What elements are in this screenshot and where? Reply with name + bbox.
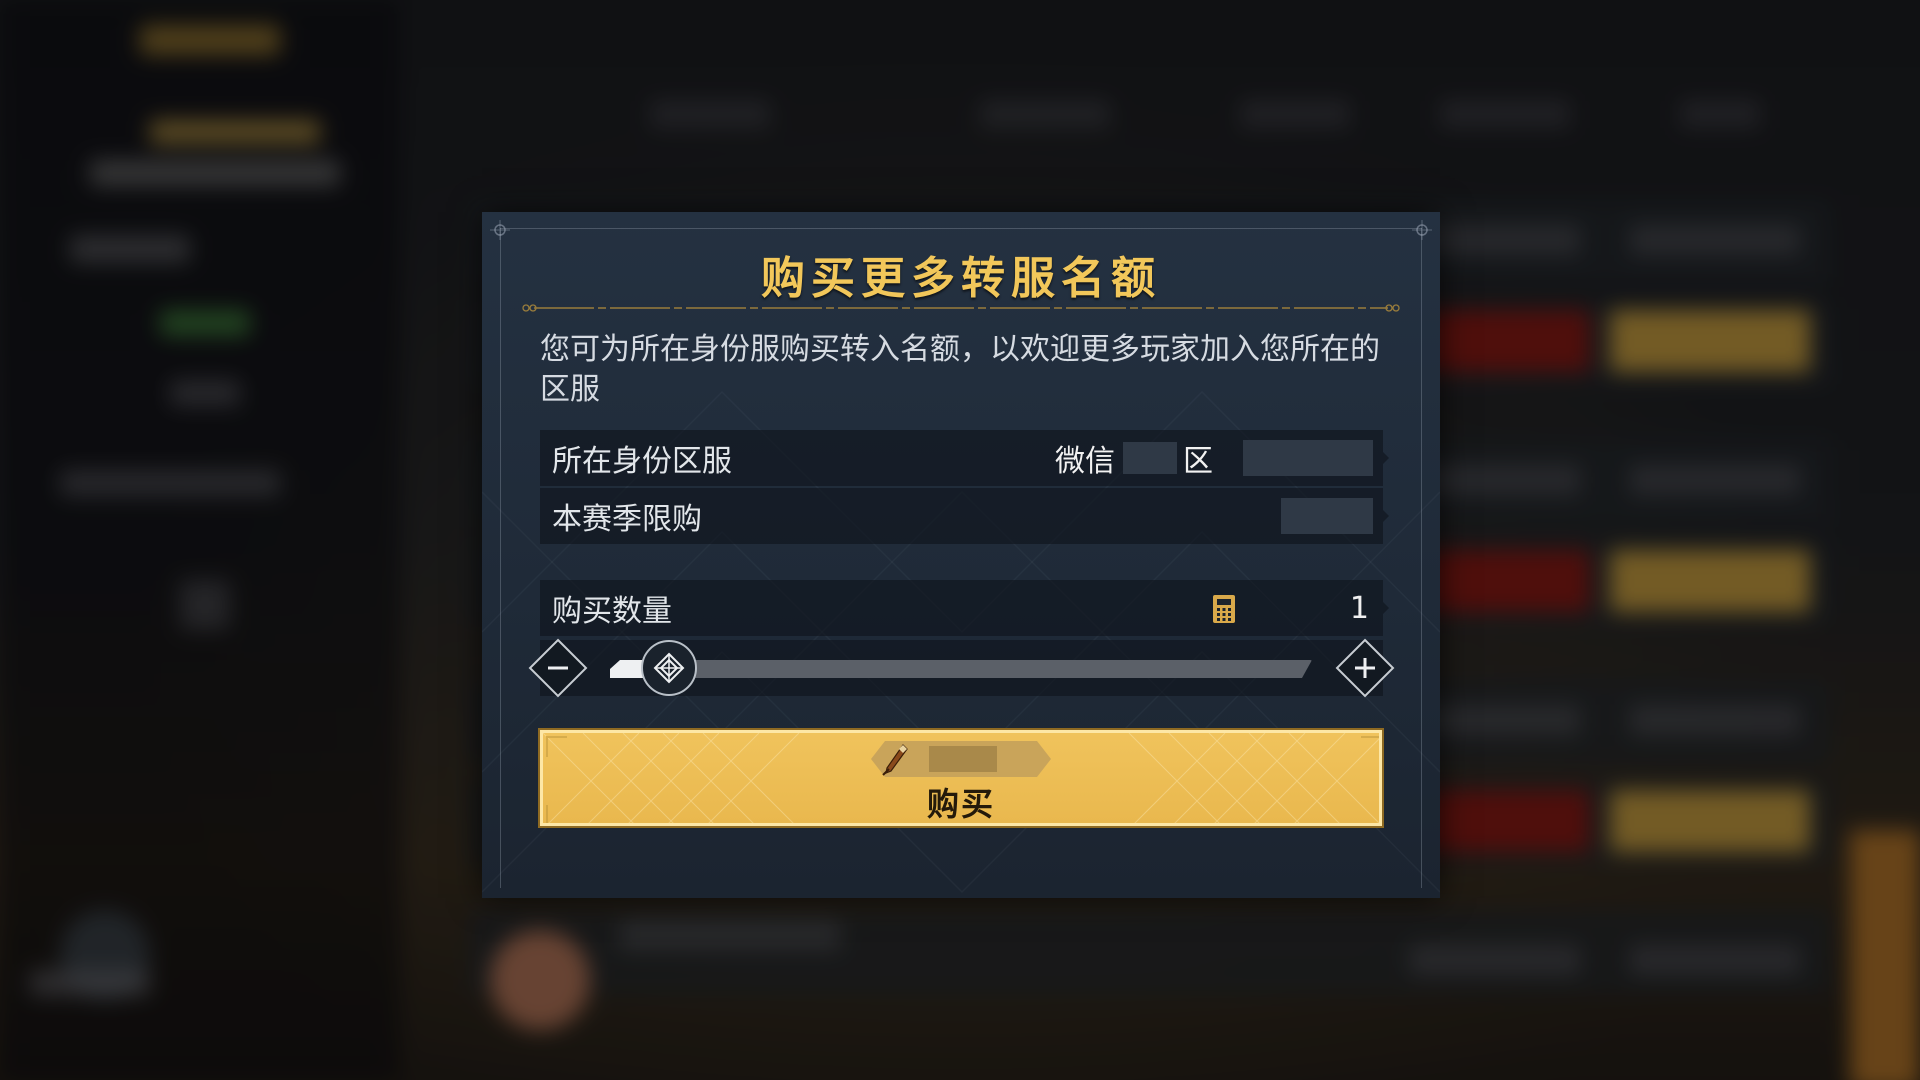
frame-right-line [1421,228,1422,888]
purchase-quantity-row: 购买数量 1 [540,580,1389,636]
identity-server-row: 所在身份区服 微信 区 [540,430,1389,486]
redacted-server-name [1243,440,1373,476]
quantity-slider-track[interactable] [610,660,1312,678]
quantity-slider-thumb[interactable] [641,640,698,696]
redacted-season-limit-value [1281,498,1373,534]
corner-ornament-icon [490,220,510,240]
quill-pen-icon [882,744,908,776]
dialog-title: 购买更多转服名额 [761,253,1161,304]
increase-quantity-button[interactable] [1335,638,1395,698]
frame-left-line [500,228,501,888]
decrease-quantity-button[interactable] [528,638,588,698]
server-zone-suffix: 区 [1183,444,1213,479]
purchase-transfer-quota-dialog: 购买更多转服名额 您可为所在身份服购买转入名额，以欢迎更多玩家加入您所在的区服 … [482,212,1440,898]
frame-top-line [500,228,1422,229]
server-platform: 微信 [1055,444,1115,479]
identity-server-value: 微信 区 [1055,436,1373,480]
diamond-knot-icon [653,652,685,684]
calculator-icon[interactable] [1209,593,1239,625]
buy-button[interactable]: 购买 [540,730,1382,826]
redacted-cost-value [929,746,997,772]
quantity-slider-row [528,638,1395,698]
dialog-description: 您可为所在身份服购买转入名额，以欢迎更多玩家加入您所在的区服 [540,332,1380,407]
purchase-quantity-label: 购买数量 [552,594,672,629]
corner-ornament-icon [1412,220,1432,240]
season-limit-row: 本赛季限购 [540,488,1389,544]
identity-server-label: 所在身份区服 [552,444,732,479]
title-divider [522,304,1400,312]
redacted-zone-number [1123,442,1177,474]
buy-button-label: 购买 [926,785,995,823]
season-limit-label: 本赛季限购 [552,502,702,537]
purchase-quantity-value[interactable]: 1 [1350,591,1369,626]
